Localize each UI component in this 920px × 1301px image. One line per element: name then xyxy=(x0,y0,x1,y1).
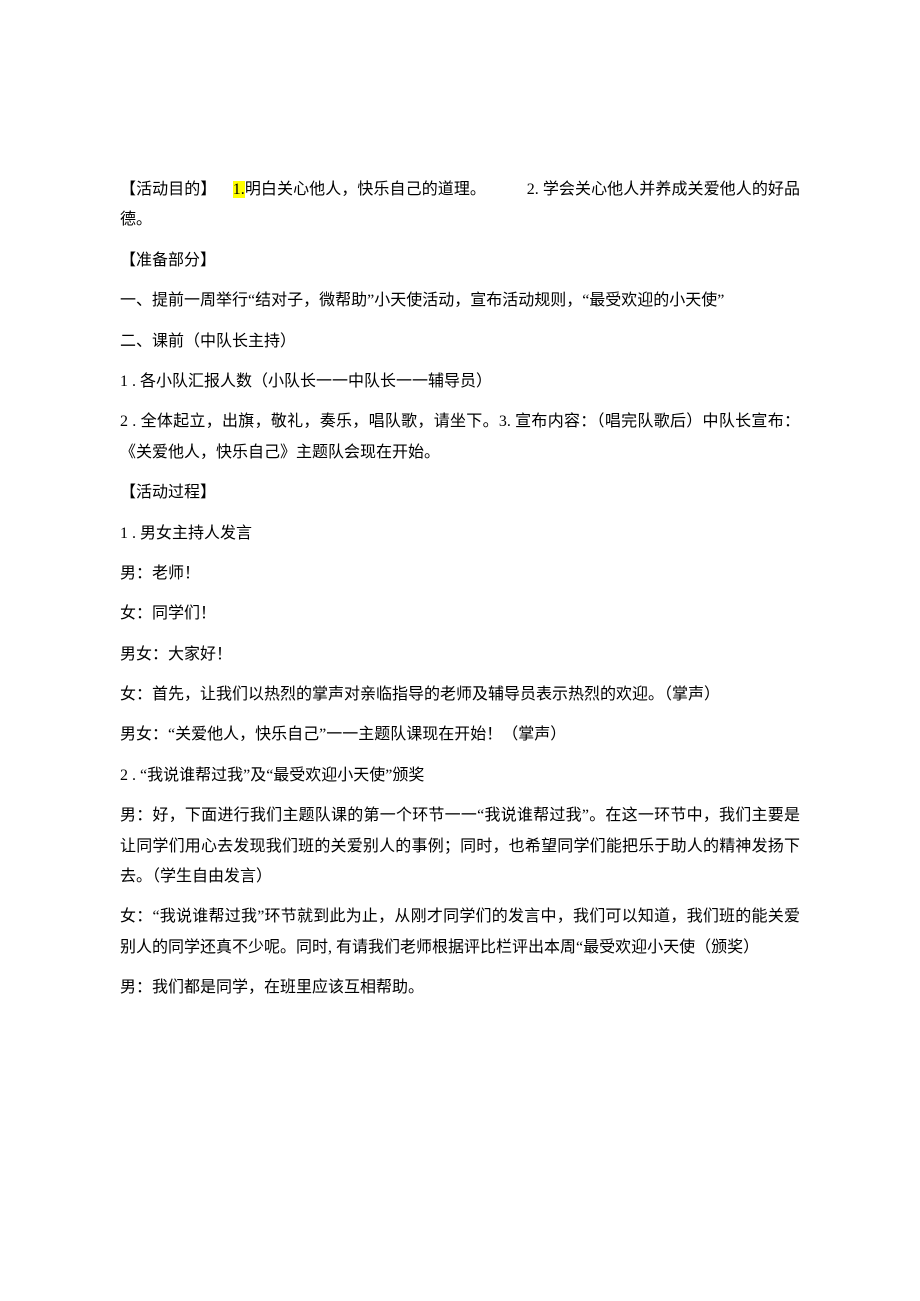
purpose-label: 【活动目的】 xyxy=(120,181,216,198)
purpose-text-1: 明白关心他人，快乐自己的道理。 xyxy=(245,181,486,198)
paragraph-process-header: 【活动过程】 xyxy=(120,478,800,508)
paragraph-preparation-1: 一、提前一周举行“结对子，微帮助”小天使活动，宣布活动规则，“最受欢迎的小天使” xyxy=(120,286,800,316)
paragraph-female-welcome: 女：首先，让我们以热烈的掌声对亲临指导的老师及辅导员表示热烈的欢迎。（掌声） xyxy=(120,680,800,710)
paragraph-activity-purpose: 【活动目的】 1.明白关心他人，快乐自己的道理。 2. 学会关心他人并养成关爱他… xyxy=(120,175,800,236)
paragraph-preparation-2-2: 2 . 全体起立，出旗，敬礼，奏乐，唱队歌，请坐下。3. 宣布内容：（唱完队歌后… xyxy=(120,407,800,468)
paragraph-female-students: 女：同学们！ xyxy=(120,599,800,629)
paragraph-both-hello: 男女：大家好！ xyxy=(120,640,800,670)
highlighted-text: 1. xyxy=(233,181,245,198)
document-page: 【活动目的】 1.明白关心他人，快乐自己的道理。 2. 学会关心他人并养成关爱他… xyxy=(0,0,920,1301)
paragraph-female-award: 女：“我说谁帮过我”环节就到此为止，从刚才同学们的发言中，我们可以知道，我们班的… xyxy=(120,902,800,963)
paragraph-process-2: 2 . “我说谁帮过我”及“最受欢迎小天使”颁奖 xyxy=(120,761,800,791)
paragraph-preparation-2: 二、课前（中队长主持） xyxy=(120,327,800,357)
paragraph-male-teacher: 男：老师！ xyxy=(120,559,800,589)
paragraph-both-start: 男女：“关爱他人，快乐自己”一一主题队课现在开始！（掌声） xyxy=(120,720,800,750)
paragraph-male-segment: 男：好，下面进行我们主题队课的第一个环节一一“我说谁帮过我”。在这一环节中，我们… xyxy=(120,801,800,892)
paragraph-process-1: 1 . 男女主持人发言 xyxy=(120,519,800,549)
paragraph-preparation-2-1: 1 . 各小队汇报人数（小队长一一中队长一一辅导员） xyxy=(120,367,800,397)
paragraph-male-help: 男：我们都是同学，在班里应该互相帮助。 xyxy=(120,973,800,1003)
paragraph-preparation-header: 【准备部分】 xyxy=(120,246,800,276)
